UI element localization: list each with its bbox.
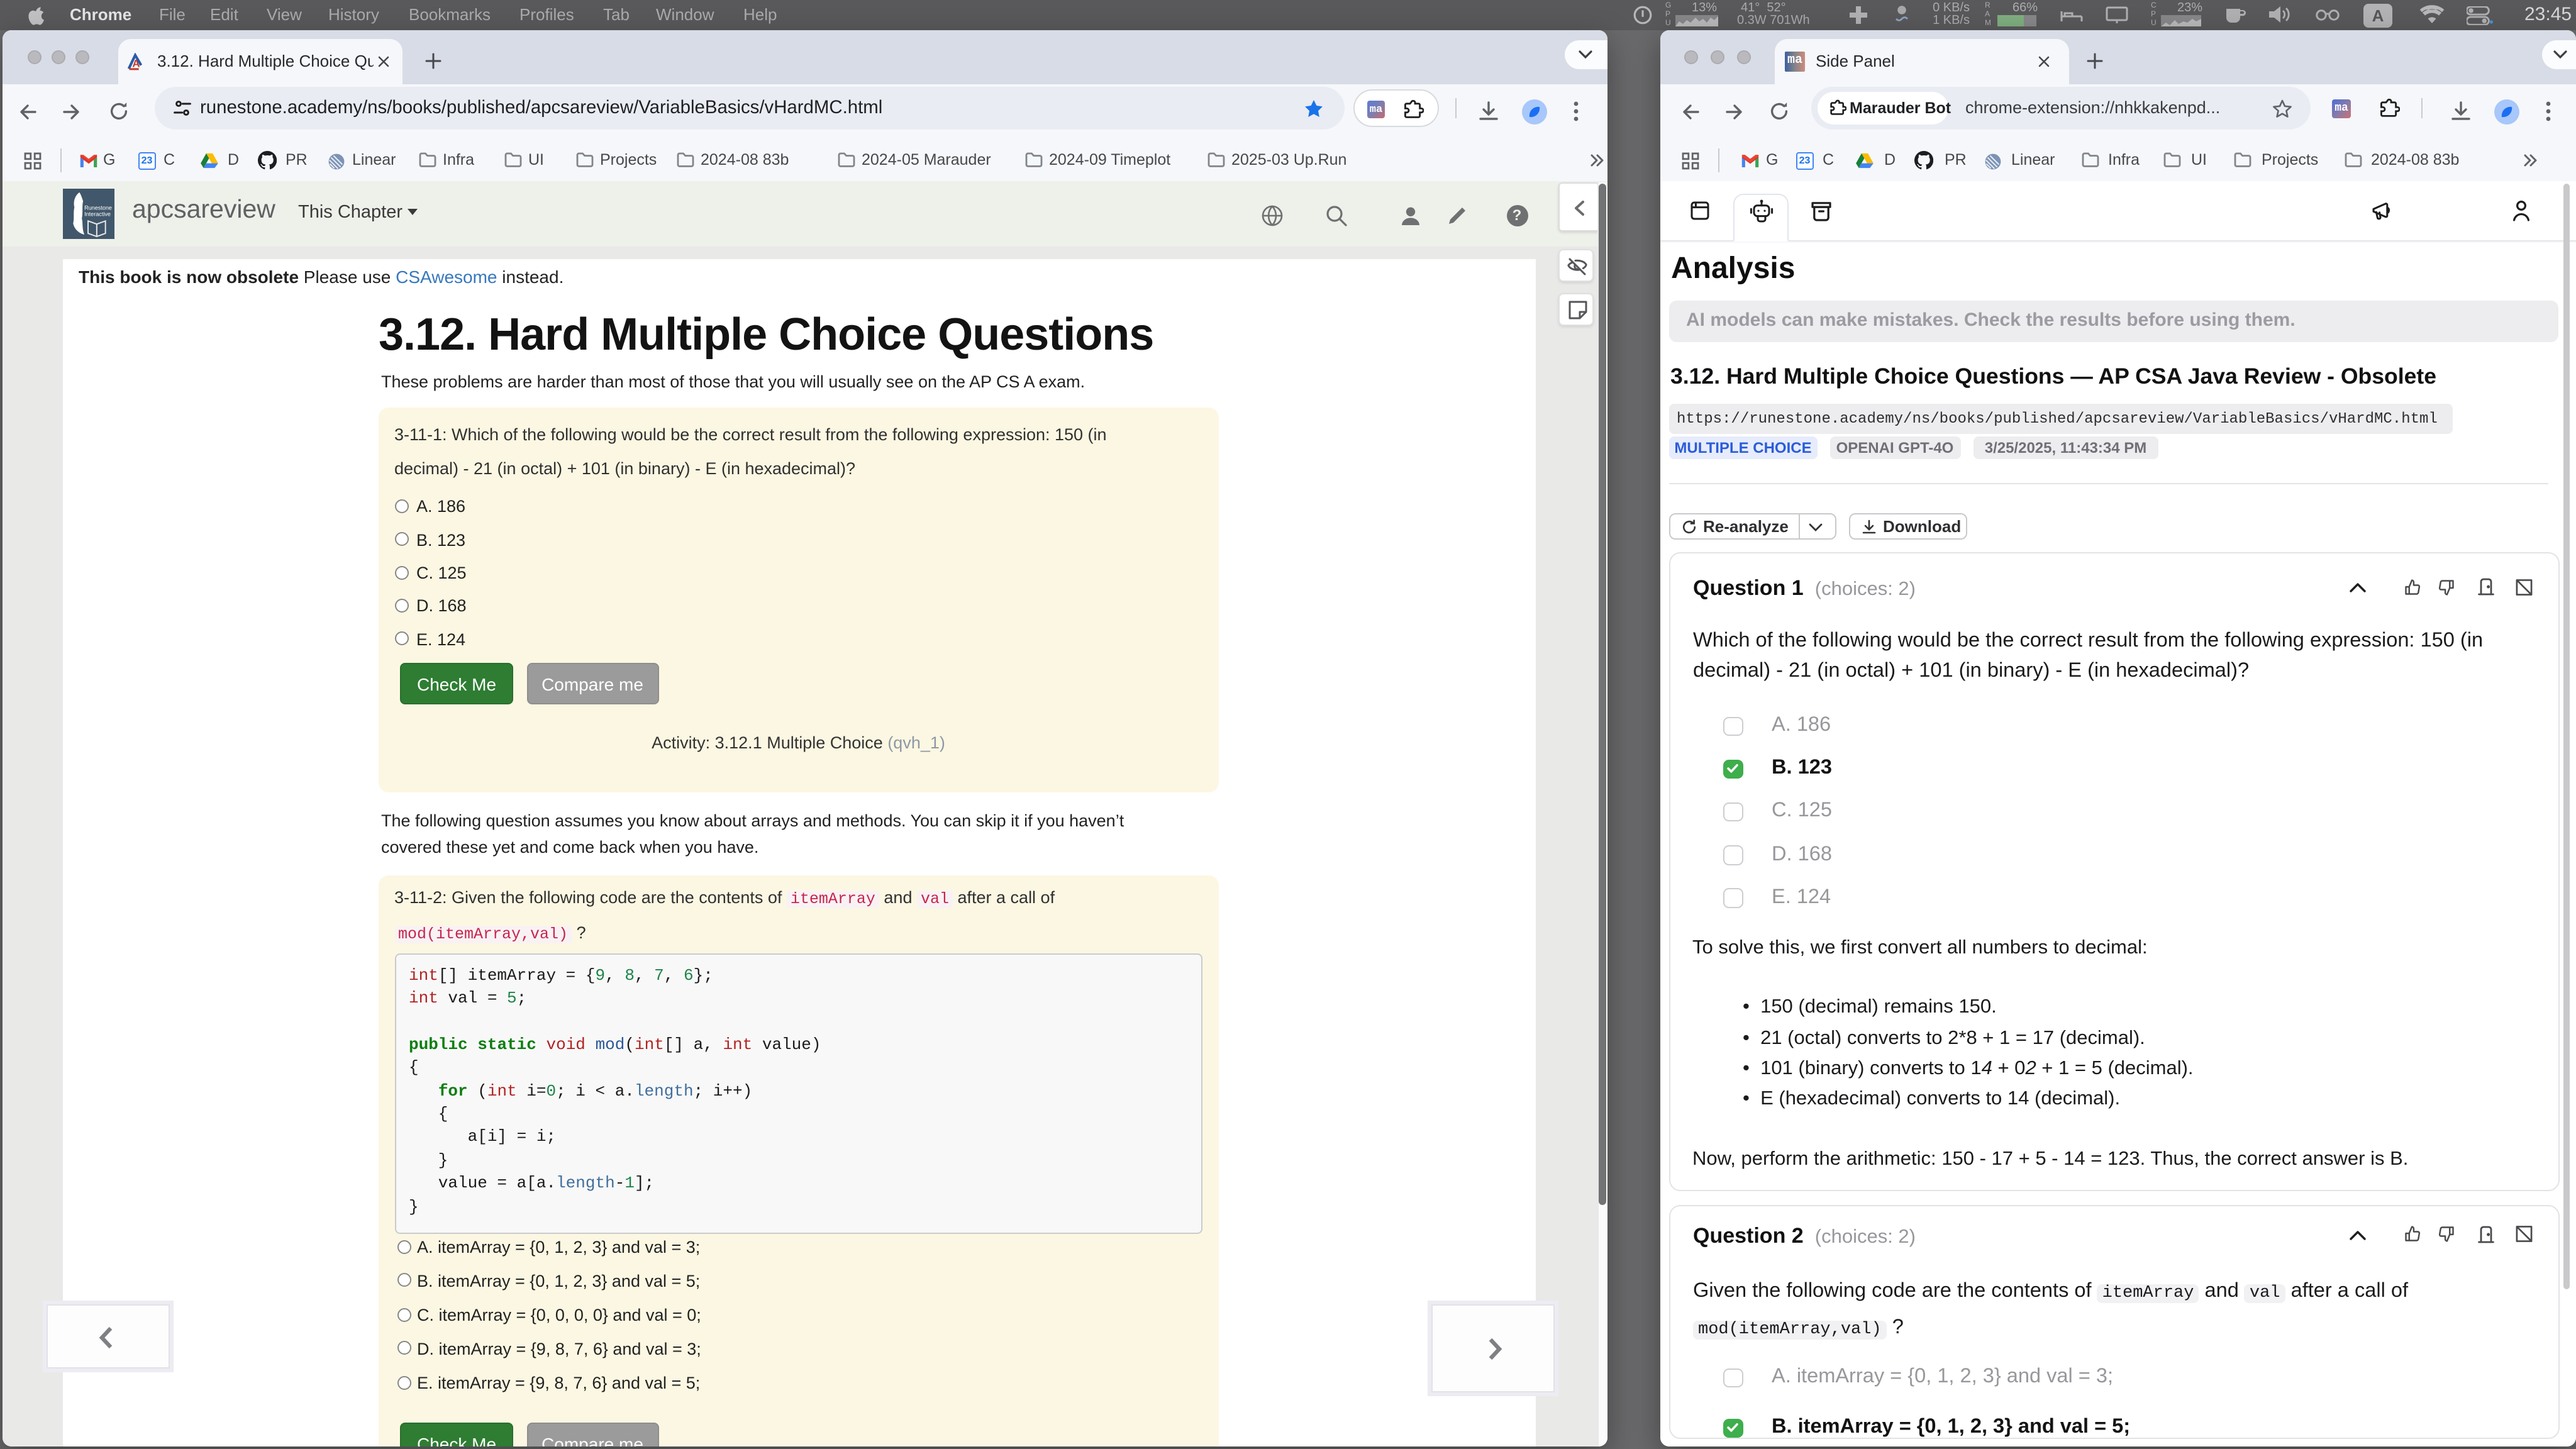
svg-text:A: A xyxy=(132,57,140,69)
svg-text:Interactive: Interactive xyxy=(84,211,111,217)
svg-text:Runestone: Runestone xyxy=(84,205,112,211)
